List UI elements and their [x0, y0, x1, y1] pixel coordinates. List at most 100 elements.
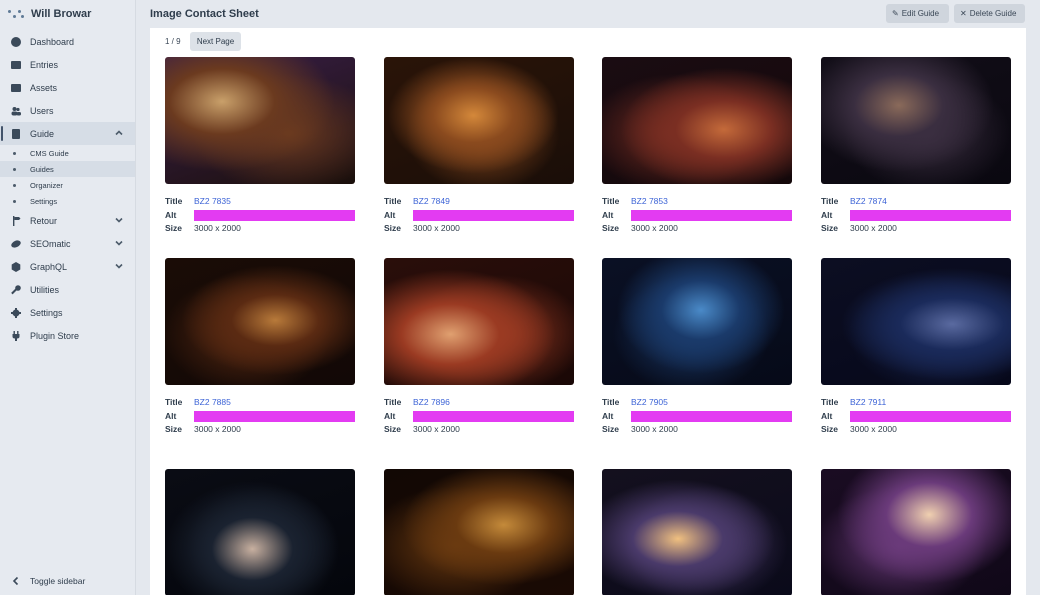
size-label: Size: [821, 424, 839, 434]
toggle-sidebar-label: Toggle sidebar: [30, 576, 86, 586]
sidebar-item-label: Settings: [30, 307, 63, 318]
title-label: Title: [602, 397, 620, 407]
image-thumbnail[interactable]: [165, 469, 355, 595]
size-row: Size 3000 x 2000: [821, 222, 1011, 236]
sidebar-item-users[interactable]: Users: [0, 99, 135, 122]
plug-icon: [10, 330, 21, 341]
graphql-icon: [10, 261, 21, 272]
sidebar-item-label: Retour: [30, 215, 58, 226]
size-row: Size 3000 x 2000: [602, 423, 792, 437]
sidebar-item-settings[interactable]: Settings: [0, 301, 135, 324]
chevron-up-icon[interactable]: [115, 129, 123, 137]
image-size: 3000 x 2000: [631, 424, 678, 434]
page-indicator: 1 / 9: [165, 37, 181, 46]
chevron-down-icon[interactable]: [115, 216, 123, 224]
title-label: Title: [821, 397, 839, 407]
subnav-item-guides[interactable]: Guides: [0, 161, 135, 177]
image-card: Title BZ2 7853 Alt Size 3000 x 2000: [602, 57, 792, 236]
alt-missing-highlight: [413, 209, 574, 221]
size-row: Size 3000 x 2000: [602, 222, 792, 236]
alt-missing-highlight: [194, 410, 355, 422]
toggle-sidebar-button[interactable]: Toggle sidebar: [0, 567, 135, 595]
subnav-item-organizer[interactable]: Organizer: [0, 177, 135, 193]
chevron-left-icon: [10, 576, 21, 587]
sidebar-item-plugin-store[interactable]: Plugin Store: [0, 324, 135, 347]
image-thumbnail[interactable]: [821, 469, 1011, 595]
size-label: Size: [165, 223, 183, 233]
sidebar-item-retour[interactable]: Retour: [0, 209, 135, 232]
site-brand[interactable]: Will Browar: [0, 0, 135, 28]
image-thumbnail[interactable]: [602, 469, 792, 595]
title-row: Title BZ2 7911: [821, 396, 1011, 410]
size-row: Size 3000 x 2000: [384, 423, 574, 437]
pencil-icon: ✎: [892, 9, 899, 18]
close-icon: ✕: [960, 9, 967, 18]
image-thumbnail[interactable]: [602, 57, 792, 184]
sidebar-item-seomatic[interactable]: SEOmatic: [0, 232, 135, 255]
alt-missing-highlight: [631, 410, 792, 422]
alt-row: Alt: [165, 209, 355, 223]
edit-guide-button[interactable]: ✎ Edit Guide: [886, 4, 949, 23]
image-size: 3000 x 2000: [850, 424, 897, 434]
sidebar-item-label: Utilities: [30, 284, 60, 295]
image-title-link[interactable]: BZ2 7835: [194, 195, 231, 209]
size-row: Size 3000 x 2000: [821, 423, 1011, 437]
image-title-link[interactable]: BZ2 7885: [194, 396, 231, 410]
image-meta: Title BZ2 7849 Alt Size 3000 x 2000: [384, 195, 574, 236]
sidebar-item-utilities[interactable]: Utilities: [0, 278, 135, 301]
alt-label: Alt: [821, 209, 833, 220]
sidebar-item-graphql[interactable]: GraphQL: [0, 255, 135, 278]
image-thumbnail[interactable]: [384, 57, 574, 184]
image-size: 3000 x 2000: [413, 223, 460, 233]
alt-row: Alt: [384, 410, 574, 424]
image-title-link[interactable]: BZ2 7849: [413, 195, 450, 209]
image-thumbnail[interactable]: [821, 258, 1011, 385]
image-title-link[interactable]: BZ2 7905: [631, 396, 668, 410]
site-logo-icon: [8, 8, 24, 20]
next-page-button[interactable]: Next Page: [190, 32, 241, 51]
chevron-down-icon[interactable]: [115, 262, 123, 270]
alt-label: Alt: [821, 410, 833, 421]
image-size: 3000 x 2000: [850, 223, 897, 233]
title-label: Title: [602, 196, 620, 206]
sidebar-item-label: Plugin Store: [30, 330, 80, 341]
signpost-icon: [10, 215, 21, 226]
image-card: Title BZ2 7849 Alt Size 3000 x 2000: [384, 57, 574, 236]
delete-guide-label: Delete Guide: [969, 9, 1017, 18]
alt-row: Alt: [821, 209, 1011, 223]
image-size: 3000 x 2000: [631, 223, 678, 233]
sidebar-item-dashboard[interactable]: Dashboard: [0, 30, 135, 53]
title-row: Title BZ2 7853: [602, 195, 792, 209]
subnav-item-cms-guide[interactable]: CMS Guide: [0, 145, 135, 161]
image-card: Title BZ2 7905 Alt Size 3000 x 2000: [602, 258, 792, 437]
delete-guide-button[interactable]: ✕ Delete Guide: [954, 4, 1025, 23]
image-thumbnail[interactable]: [384, 258, 574, 385]
size-label: Size: [821, 223, 839, 233]
sidebar-item-assets[interactable]: Assets: [0, 76, 135, 99]
image-size: 3000 x 2000: [194, 424, 241, 434]
image-title-link[interactable]: BZ2 7896: [413, 396, 450, 410]
edit-guide-label: Edit Guide: [901, 9, 940, 18]
entries-icon: [10, 59, 21, 70]
image-title-link[interactable]: BZ2 7853: [631, 195, 668, 209]
sidebar-item-entries[interactable]: Entries: [0, 53, 135, 76]
image-thumbnail[interactable]: [165, 57, 355, 184]
page-header: Image Contact Sheet ✎ Edit Guide ✕ Delet…: [136, 0, 1040, 28]
image-title-link[interactable]: BZ2 7911: [850, 396, 886, 410]
chevron-down-icon[interactable]: [115, 239, 123, 247]
image-thumbnail[interactable]: [602, 258, 792, 385]
image-card: [165, 469, 355, 595]
image-card: [602, 469, 792, 595]
title-label: Title: [384, 196, 402, 206]
image-title-link[interactable]: BZ2 7874: [850, 195, 887, 209]
image-meta: Title BZ2 7885 Alt Size 3000 x 2000: [165, 396, 355, 437]
sidebar-item-guide[interactable]: Guide: [0, 122, 135, 145]
image-thumbnail[interactable]: [165, 258, 355, 385]
image-meta: Title BZ2 7896 Alt Size 3000 x 2000: [384, 396, 574, 437]
subnav-item-settings[interactable]: Settings: [0, 193, 135, 209]
alt-label: Alt: [384, 209, 396, 220]
image-thumbnail[interactable]: [384, 469, 574, 595]
dashboard-icon: [10, 36, 21, 47]
image-thumbnail[interactable]: [821, 57, 1011, 184]
alt-label: Alt: [165, 209, 177, 220]
